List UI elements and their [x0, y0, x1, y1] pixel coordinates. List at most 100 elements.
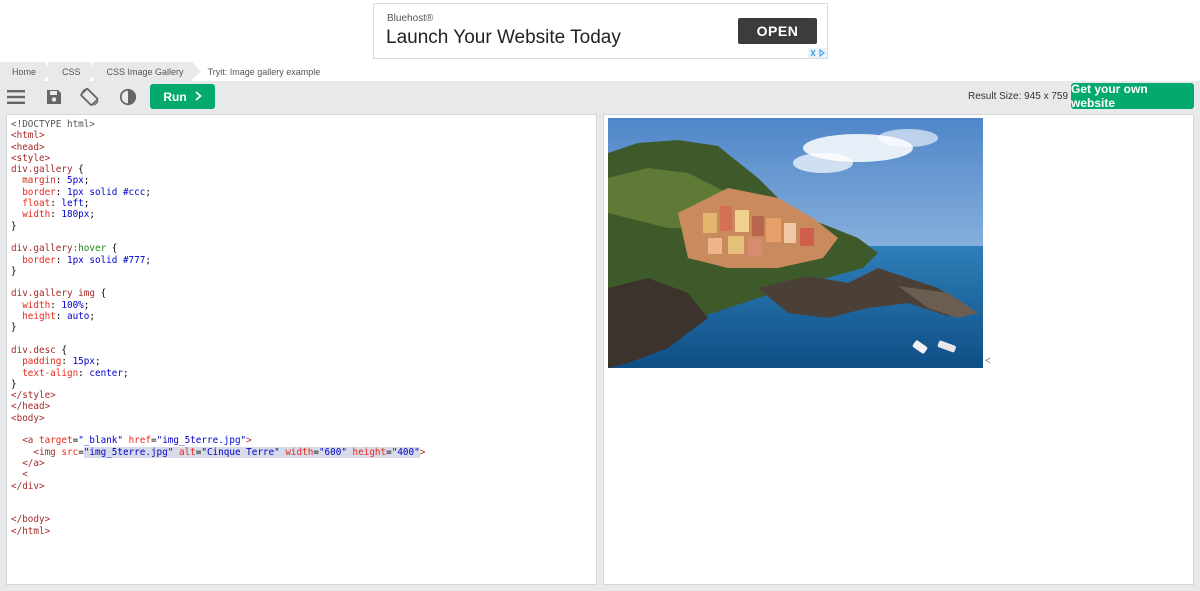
code-line[interactable]: margin: 5px;: [11, 175, 425, 186]
code-line[interactable]: </div>: [11, 481, 425, 492]
code-token: center: [89, 367, 123, 379]
code-line[interactable]: [11, 492, 425, 503]
code-line[interactable]: </body>: [11, 514, 425, 525]
code-token: :: [78, 367, 90, 379]
code-token: "img_5terre.jpg": [83, 446, 174, 458]
code-token: <: [22, 469, 28, 481]
code-line[interactable]: text-align: center;: [11, 368, 425, 379]
code-line[interactable]: padding: 15px;: [11, 356, 425, 367]
result-image[interactable]: [608, 118, 983, 368]
code-token: border: [11, 254, 56, 266]
code-line[interactable]: float: left;: [11, 198, 425, 209]
code-token: :: [55, 254, 67, 266]
code-line[interactable]: border: 1px solid #ccc;: [11, 187, 425, 198]
code-line[interactable]: width: 100%;: [11, 300, 425, 311]
code-token: ;: [89, 311, 95, 323]
hamburger-menu-icon[interactable]: [6, 87, 26, 107]
code-line[interactable]: border: 1px solid #777;: [11, 255, 425, 266]
rotate-orientation-icon[interactable]: [80, 87, 100, 107]
code-editor[interactable]: <!DOCTYPE html> <html> <head> <style> div.ga…: [6, 114, 597, 585]
chevron-right-icon: [195, 90, 202, 104]
code-token: width: [11, 299, 51, 311]
code-token: ;: [89, 209, 95, 221]
run-button[interactable]: Run: [150, 84, 215, 109]
code-token: ;: [83, 299, 90, 311]
breadcrumb-css[interactable]: CSS: [48, 62, 97, 81]
code-token: </body>: [11, 514, 51, 526]
ad-open-button[interactable]: OPEN: [738, 18, 817, 44]
code-line[interactable]: [11, 503, 425, 514]
get-own-website-button[interactable]: Get your own website: [1071, 82, 1194, 110]
code-line[interactable]: <a target="_blank" href="img_5terre.jpg"…: [11, 435, 425, 446]
code-token: width: [279, 446, 314, 458]
code-line[interactable]: div.gallery img {: [11, 288, 425, 299]
code-token: margin: [11, 175, 56, 187]
code-line[interactable]: <: [11, 469, 425, 480]
code-token: </div>: [11, 480, 45, 492]
code-token: :: [61, 356, 73, 368]
ad-banner[interactable]: Bluehost® Launch Your Website Today OPEN: [373, 3, 828, 59]
code-line[interactable]: [11, 334, 425, 345]
code-token: }: [11, 265, 17, 277]
code-token: "400": [391, 446, 420, 458]
ad-headline[interactable]: Launch Your Website Today: [386, 27, 621, 49]
code-token: div.gallery: [11, 243, 73, 255]
save-icon[interactable]: [44, 87, 64, 107]
code-line[interactable]: </head>: [11, 401, 425, 412]
code-line[interactable]: </a>: [11, 458, 425, 469]
code-line[interactable]: height: auto;: [11, 311, 425, 322]
code-line[interactable]: }: [11, 221, 425, 232]
code-token: div.gallery img: [11, 288, 101, 300]
code-token: <body>: [11, 412, 45, 424]
breadcrumb-css-image-gallery[interactable]: CSS Image Gallery: [92, 62, 201, 81]
result-frame[interactable]: <: [603, 114, 1194, 585]
code-content[interactable]: <!DOCTYPE html> <html> <head> <style> div.ga…: [11, 119, 425, 537]
run-button-label: Run: [163, 89, 187, 104]
code-token: 1px solid #777: [66, 254, 146, 266]
code-line[interactable]: div.gallery:hover {: [11, 243, 425, 254]
adchoices-icon[interactable]: [808, 48, 827, 58]
code-line[interactable]: </html>: [11, 526, 425, 537]
code-line[interactable]: </style>: [11, 390, 425, 401]
code-token: "_blank": [78, 435, 123, 447]
code-line[interactable]: }: [11, 266, 425, 277]
code-line[interactable]: div.desc {: [11, 345, 425, 356]
contrast-icon[interactable]: [118, 87, 138, 107]
code-token: {: [106, 243, 118, 255]
code-token: }: [11, 220, 17, 232]
code-token: border: [11, 186, 56, 198]
code-line[interactable]: <img src="img_5terre.jpg" alt="Cinque Te…: [11, 446, 426, 458]
code-token: ;: [122, 367, 129, 379]
code-token: auto: [66, 311, 90, 323]
code-line[interactable]: div.gallery {: [11, 164, 425, 175]
breadcrumb-home[interactable]: Home: [0, 62, 54, 81]
code-line[interactable]: <!DOCTYPE html>: [11, 119, 425, 130]
code-token: ;: [83, 198, 90, 210]
code-line[interactable]: [11, 232, 425, 243]
code-line[interactable]: <style>: [11, 153, 425, 164]
code-token: "img_5terre.jpg": [156, 435, 247, 447]
code-token: ;: [94, 356, 101, 368]
code-line[interactable]: [11, 277, 425, 288]
code-line[interactable]: }: [11, 322, 425, 333]
code-token: </html>: [11, 525, 51, 537]
code-token: 15px: [72, 356, 95, 368]
code-line[interactable]: <body>: [11, 413, 425, 424]
code-token: {: [100, 288, 107, 300]
code-line[interactable]: [11, 424, 425, 435]
code-token: 100%: [61, 299, 84, 311]
code-line[interactable]: <head>: [11, 142, 425, 153]
code-token: {: [78, 164, 84, 176]
code-line[interactable]: width: 180px;: [11, 209, 425, 220]
code-token: </head>: [11, 401, 51, 413]
code-token: href: [122, 435, 151, 447]
code-token: height: [346, 446, 387, 458]
code-line[interactable]: }: [11, 379, 425, 390]
code-token: 5px: [66, 175, 84, 187]
code-token: :: [55, 311, 67, 323]
code-token: >: [419, 446, 426, 458]
code-line[interactable]: <html>: [11, 130, 425, 141]
code-token: :: [55, 175, 67, 187]
